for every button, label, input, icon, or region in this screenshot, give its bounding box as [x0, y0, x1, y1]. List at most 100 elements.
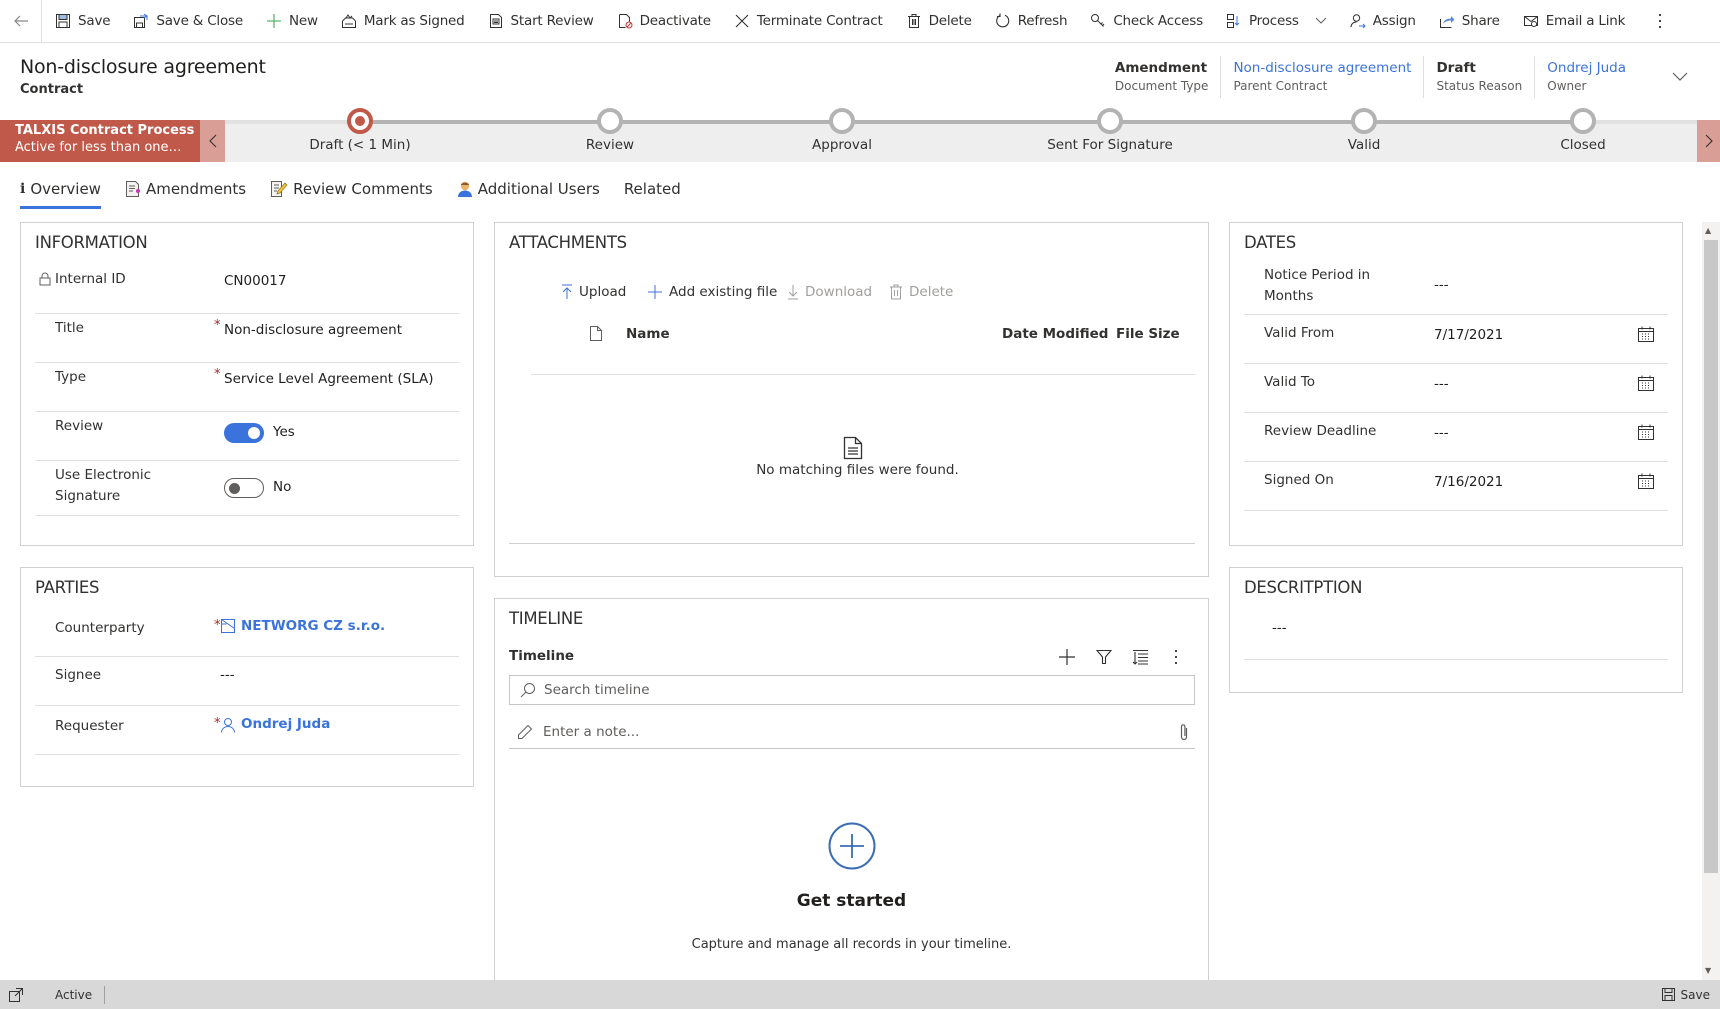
timeline-more-button[interactable]	[1174, 649, 1178, 665]
timeline-note-input[interactable]: Enter a note...	[509, 715, 1195, 749]
calendar-icon[interactable]	[1638, 473, 1654, 489]
key-icon	[1089, 12, 1107, 30]
bpf-stage-closed[interactable]: Closed	[1483, 108, 1683, 153]
check-access-button[interactable]: Check Access	[1078, 0, 1214, 43]
tab-amendments[interactable]: Amendments	[125, 176, 246, 202]
scroll-down-arrow-icon[interactable]: ▼	[1705, 966, 1711, 975]
add-existing-file-label: Add existing file	[669, 284, 778, 300]
process-button[interactable]: Process	[1214, 0, 1338, 43]
tab-overview[interactable]: i Overview	[20, 176, 101, 209]
column-header-name[interactable]: Name	[626, 326, 670, 342]
counterparty-link[interactable]: NETWORG CZ s.r.o.	[241, 618, 385, 634]
header-expand-button[interactable]	[1672, 72, 1688, 82]
timeline-add-button[interactable]	[1058, 648, 1076, 666]
field-requester: Requester * Ondrej Juda	[35, 706, 459, 755]
attach-icon[interactable]	[1179, 723, 1189, 741]
refresh-button[interactable]: Refresh	[983, 0, 1079, 43]
signee-lookup[interactable]: ---	[220, 667, 235, 683]
upload-button[interactable]: Upload	[561, 284, 626, 300]
tab-label: Overview	[30, 180, 101, 198]
mark-as-signed-button[interactable]: Mark as Signed	[329, 0, 476, 43]
empty-state-text: No matching files were found.	[756, 462, 959, 478]
new-label: New	[288, 13, 318, 29]
delete-button[interactable]: Delete	[894, 0, 983, 43]
file-column-icon	[589, 325, 603, 342]
lock-icon	[39, 272, 51, 286]
attachment-delete-button[interactable]: Delete	[889, 284, 953, 300]
bpf-stage-approval[interactable]: Approval	[742, 108, 942, 153]
field-label: Title	[55, 320, 84, 336]
tab-additional-users[interactable]: Additional Users	[457, 176, 600, 202]
owner-link[interactable]: Ondrej Juda	[1547, 60, 1626, 76]
start-review-button[interactable]: Start Review	[476, 0, 605, 43]
chevron-down-icon[interactable]	[1315, 17, 1327, 25]
user-icon	[457, 180, 473, 198]
title-input[interactable]: Non-disclosure agreement	[224, 322, 402, 338]
field-internal-id: Internal ID CN00017	[35, 265, 459, 314]
download-button[interactable]: Download	[787, 284, 872, 300]
field-title: Title * Non-disclosure agreement	[35, 314, 459, 363]
section-divider	[509, 543, 1195, 544]
back-button[interactable]	[0, 0, 42, 43]
status-save-label: Save	[1680, 987, 1710, 1002]
stage-label: Review	[585, 137, 635, 153]
back-arrow-icon	[13, 15, 28, 27]
parent-contract-label: Parent Contract	[1233, 79, 1328, 93]
valid-to-input[interactable]: ---	[1434, 376, 1449, 392]
stage-dot-icon	[1351, 108, 1377, 134]
timeline-filter-button[interactable]	[1096, 649, 1112, 665]
tab-related[interactable]: Related	[624, 176, 681, 202]
status-save-button[interactable]: Save	[1661, 987, 1710, 1002]
signed-on-input[interactable]: 7/16/2021	[1434, 474, 1503, 490]
timeline-sort-button[interactable]	[1132, 649, 1148, 665]
save-close-button[interactable]: Save & Close	[121, 0, 254, 43]
email-link-button[interactable]: Email a Link	[1511, 0, 1637, 43]
assign-button[interactable]: Assign	[1338, 0, 1427, 43]
bpf-next-button[interactable]	[1697, 120, 1720, 162]
column-header-date-modified[interactable]: Date Modified	[1002, 326, 1108, 342]
get-started-add-icon[interactable]	[828, 822, 876, 870]
description-input[interactable]: ---	[1272, 620, 1287, 636]
electronic-signature-toggle[interactable]	[224, 478, 264, 498]
process-label: Process	[1248, 13, 1299, 29]
requester-link[interactable]: Ondrej Juda	[241, 716, 330, 732]
type-select[interactable]: Service Level Agreement (SLA)	[224, 371, 434, 387]
bpf-stage-valid[interactable]: Valid	[1264, 108, 1464, 153]
valid-from-input[interactable]: 7/17/2021	[1434, 327, 1503, 343]
timeline-section: TIMELINE Timeline Search timeline Enter …	[494, 598, 1209, 988]
scrollbar-thumb[interactable]	[1704, 240, 1718, 873]
open-in-new-window-icon[interactable]	[9, 987, 23, 1002]
field-review-deadline: Review Deadline ---	[1244, 413, 1668, 462]
more-commands-button[interactable]	[1636, 0, 1673, 43]
parent-contract-link[interactable]: Non-disclosure agreement	[1233, 60, 1411, 76]
calendar-icon[interactable]	[1638, 326, 1654, 342]
field-label: Requester	[55, 718, 124, 734]
description-section: DESCRITPTION ---	[1229, 567, 1683, 693]
calendar-icon[interactable]	[1638, 375, 1654, 391]
timeline-search-input[interactable]: Search timeline	[509, 675, 1195, 705]
stage-dot-icon	[597, 108, 623, 134]
scroll-up-arrow-icon[interactable]: ▲	[1705, 226, 1711, 235]
empty-document-icon	[843, 436, 863, 460]
save-button[interactable]: Save	[42, 0, 121, 43]
bpf-stage-sent-for-signature[interactable]: Sent For Signature	[1010, 108, 1210, 153]
terminate-contract-button[interactable]: Terminate Contract	[722, 0, 894, 43]
add-existing-file-button[interactable]: Add existing file	[647, 284, 777, 300]
review-deadline-input[interactable]: ---	[1434, 425, 1449, 441]
process-name-flyout[interactable]: TALXIS Contract Process Active for less …	[0, 120, 200, 162]
tab-review-comments[interactable]: Review Comments	[270, 176, 433, 202]
column-header-file-size[interactable]: File Size	[1116, 326, 1180, 342]
bpf-stage-review[interactable]: Review	[510, 108, 710, 153]
signed-icon	[340, 12, 358, 30]
notice-period-input[interactable]: ---	[1434, 277, 1449, 293]
bpf-stage-draft[interactable]: Draft (< 1 Min)	[260, 108, 460, 153]
header-fields: Amendment Document Type Non-disclosure a…	[1103, 56, 1638, 98]
download-label: Download	[805, 284, 873, 300]
share-button[interactable]: Share	[1427, 0, 1511, 43]
review-toggle[interactable]	[224, 423, 264, 443]
calendar-icon[interactable]	[1638, 424, 1654, 440]
new-button[interactable]: New	[254, 0, 329, 43]
deactivate-button[interactable]: Deactivate	[605, 0, 722, 43]
bpf-previous-button[interactable]	[200, 120, 225, 162]
section-title: DATES	[1244, 233, 1296, 252]
